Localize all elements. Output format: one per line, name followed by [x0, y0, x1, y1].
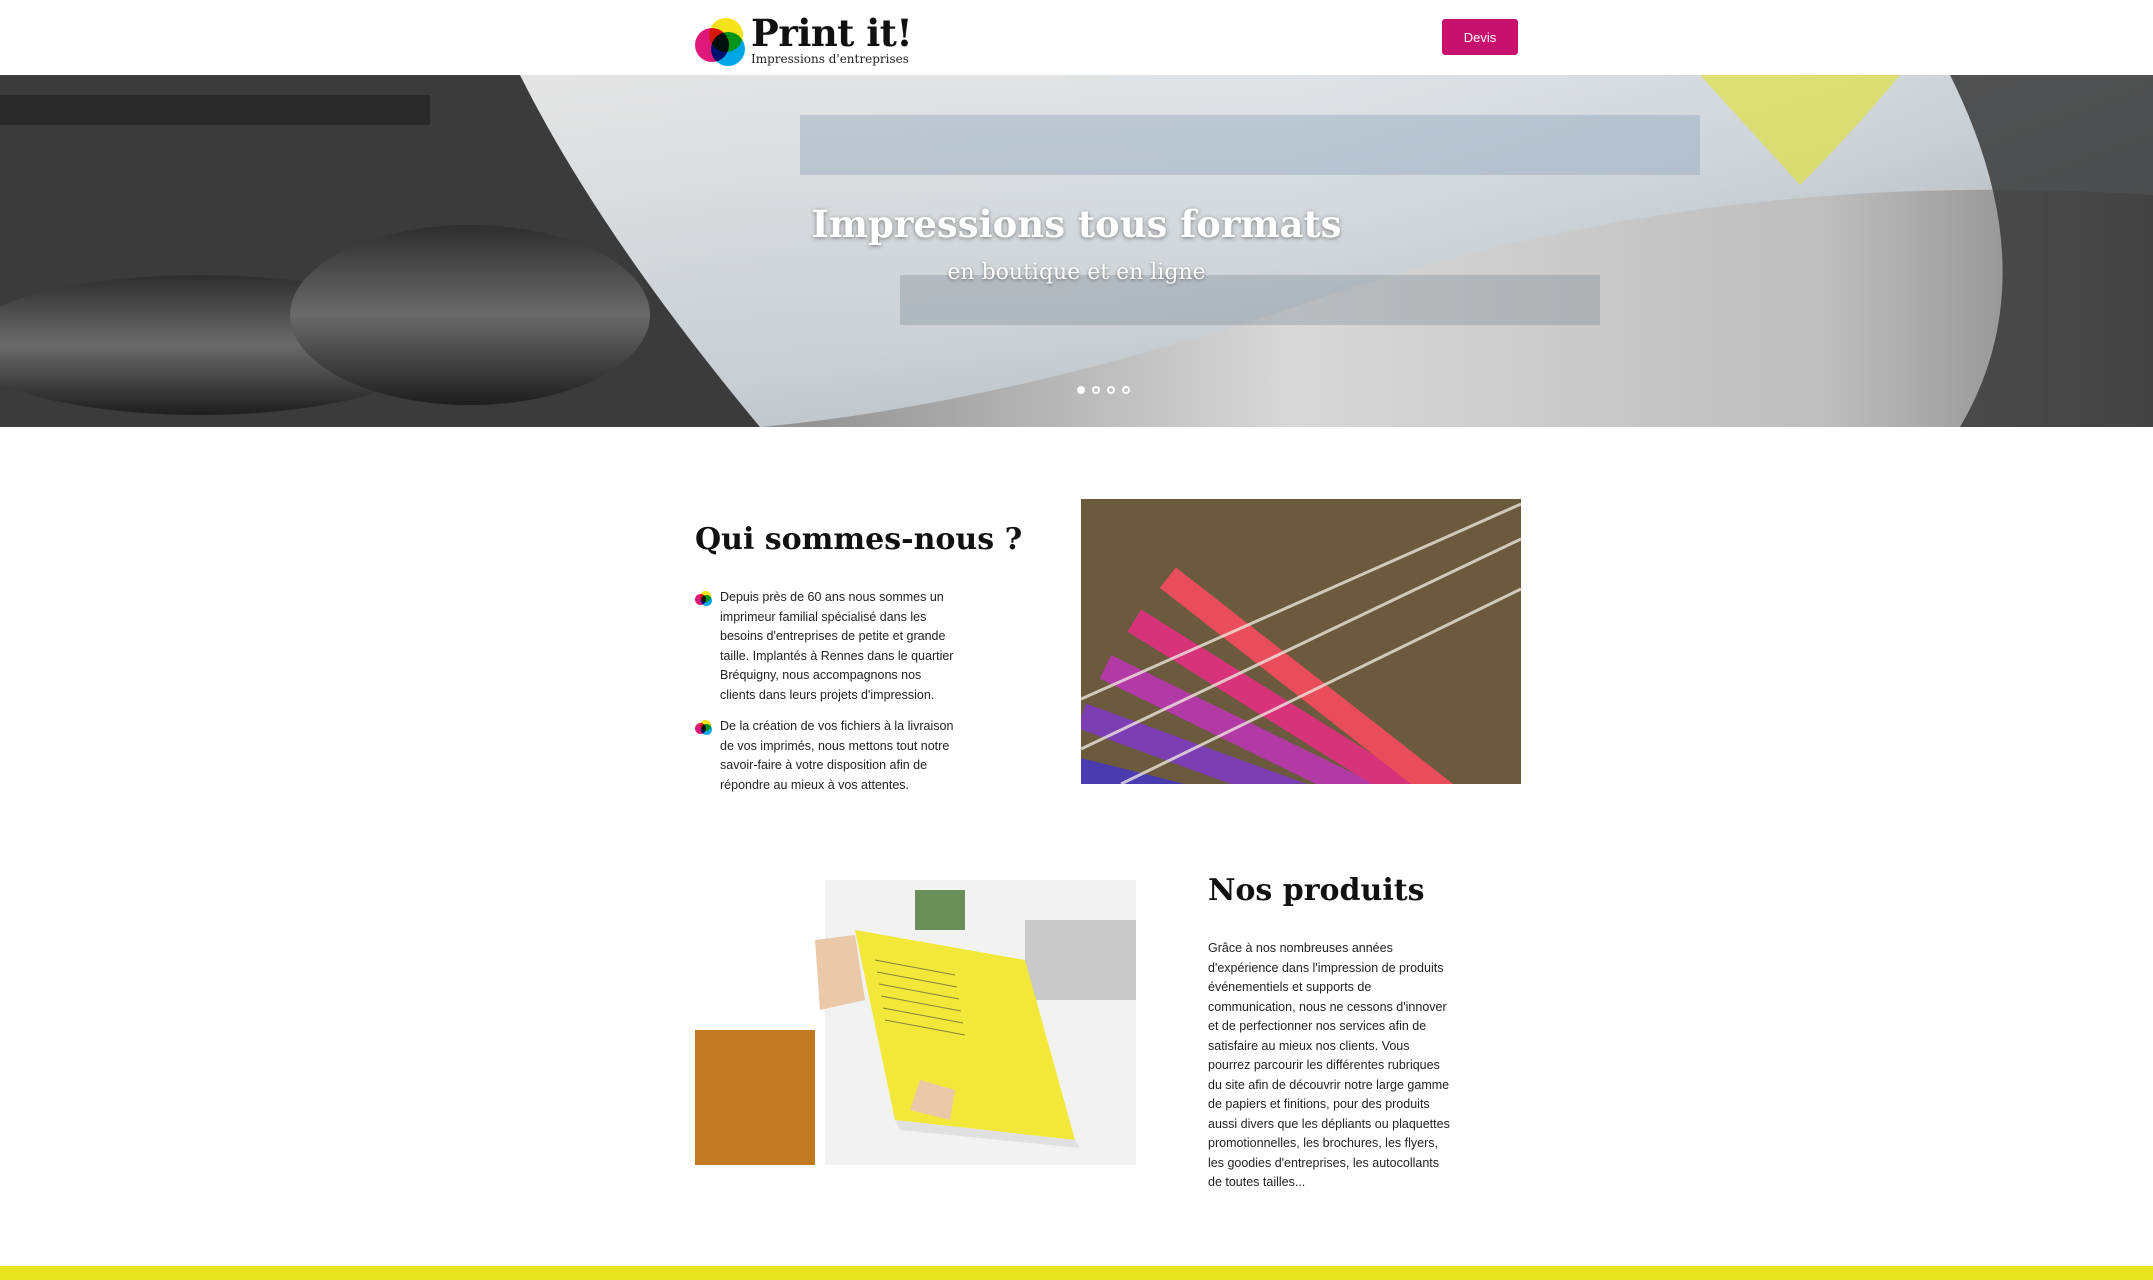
about-item-text: Depuis près de 60 ans nous sommes un imp… [720, 590, 954, 702]
hero-carousel: Impressions tous formats en boutique et … [0, 75, 2153, 427]
devis-button[interactable]: Devis [1442, 19, 1518, 55]
about-item-text: De la création de vos fichiers à la livr… [720, 719, 954, 792]
carousel-dot-3[interactable] [1107, 386, 1115, 394]
logo-title: Print it! [751, 11, 913, 55]
logo-icon [695, 18, 745, 66]
bullet-icon [695, 591, 713, 606]
carousel-dot-4[interactable] [1122, 386, 1130, 394]
hero-title: Impressions tous formats [811, 202, 1342, 246]
bullet-icon [695, 720, 713, 735]
color-swatch-image [1081, 499, 1521, 784]
site-header: Print it! Impressions d'entreprises Devi… [0, 0, 2153, 75]
brochure-image [695, 880, 1136, 1165]
carousel-dots [1077, 386, 1130, 394]
products-title: Nos produits [1208, 873, 1425, 908]
logo[interactable]: Print it! Impressions d'entreprises [695, 14, 915, 66]
products-text: Grâce à nos nombreuses années d'expérien… [1208, 941, 1450, 1189]
about-list: Depuis près de 60 ans nous sommes un imp… [695, 588, 955, 807]
hero-subtitle: en boutique et en ligne [947, 260, 1206, 285]
logo-text: Print it! Impressions d'entreprises [751, 11, 913, 66]
about-item: Depuis près de 60 ans nous sommes un imp… [695, 588, 955, 705]
carousel-dot-2[interactable] [1092, 386, 1100, 394]
carousel-dot-1[interactable] [1077, 386, 1085, 394]
hero-image [0, 75, 2153, 427]
footer-bar [0, 1266, 2153, 1280]
about-item: De la création de vos fichiers à la livr… [695, 717, 955, 795]
about-title: Qui sommes-nous ? [695, 522, 1023, 557]
logo-subtitle: Impressions d'entreprises [751, 52, 909, 66]
